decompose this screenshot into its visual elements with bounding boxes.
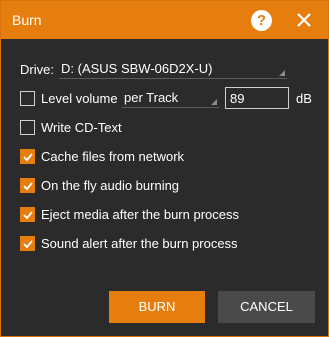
dropdown-arrow-icon — [211, 99, 217, 105]
on-the-fly-label: On the fly audio burning — [41, 178, 180, 193]
cache-files-label: Cache files from network — [41, 149, 185, 164]
level-volume-checkbox[interactable] — [20, 91, 35, 106]
write-cd-text-checkbox[interactable] — [20, 120, 35, 135]
level-mode-select[interactable]: per Track — [122, 87, 219, 108]
sound-alert-checkbox[interactable] — [20, 236, 35, 251]
level-volume-unit: dB — [296, 91, 312, 106]
level-volume-input[interactable]: 89 — [225, 87, 289, 109]
drive-select[interactable]: D: (ASUS SBW-06D2X-U) — [59, 58, 287, 79]
burn-dialog: Burn ? Drive: D: (ASUS SBW-06D2X-U) Leve… — [0, 0, 329, 337]
help-icon[interactable]: ? — [251, 10, 272, 31]
checkmark-icon — [23, 240, 33, 249]
checkmark-icon — [23, 153, 33, 162]
checkmark-icon — [23, 211, 33, 220]
close-icon[interactable] — [295, 11, 313, 29]
title-bar: Burn ? — [1, 1, 328, 39]
dropdown-arrow-icon — [279, 70, 285, 76]
level-mode-value: per Track — [124, 90, 179, 105]
sound-alert-label: Sound alert after the burn process — [41, 236, 238, 251]
drive-label: Drive: — [20, 62, 54, 77]
level-volume-value: 89 — [230, 91, 245, 106]
on-the-fly-checkbox[interactable] — [20, 178, 35, 193]
burn-button[interactable]: BURN — [109, 291, 205, 323]
drive-select-value: D: (ASUS SBW-06D2X-U) — [61, 61, 213, 76]
cancel-button[interactable]: CANCEL — [218, 291, 315, 323]
window-title: Burn — [12, 12, 42, 28]
cache-files-checkbox[interactable] — [20, 149, 35, 164]
checkmark-icon — [23, 182, 33, 191]
eject-media-checkbox[interactable] — [20, 207, 35, 222]
level-volume-label: Level volume — [41, 91, 118, 106]
eject-media-label: Eject media after the burn process — [41, 207, 239, 222]
write-cd-text-label: Write CD-Text — [41, 120, 122, 135]
